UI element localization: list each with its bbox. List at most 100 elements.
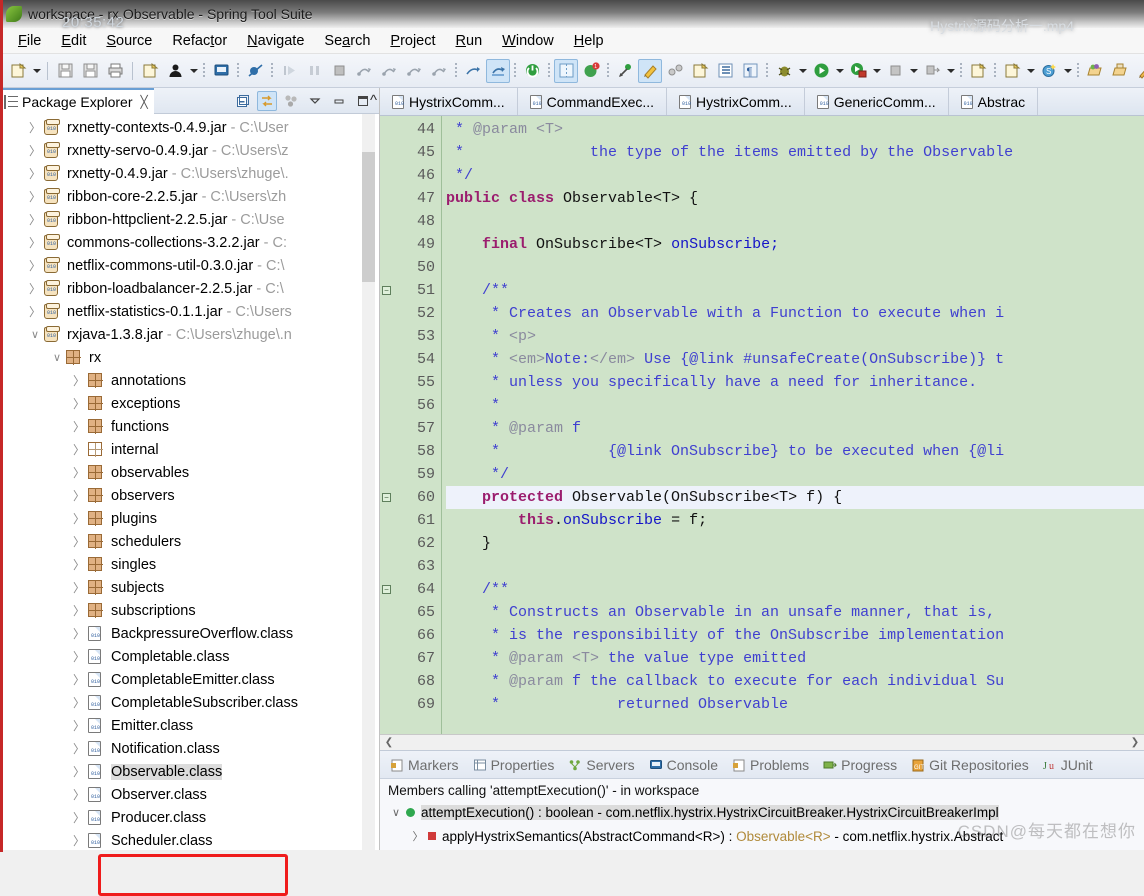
chevron-right-icon[interactable]: 〉 — [410, 828, 426, 844]
list-view-icon[interactable] — [713, 59, 737, 83]
chevron-right-icon[interactable] — [26, 119, 44, 136]
tree-item[interactable]: netflix-statistics-0.1.1.jar- C:\Users — [0, 300, 379, 323]
tree-item[interactable]: rx — [0, 346, 379, 369]
chevron-right-icon[interactable] — [70, 441, 88, 458]
dropdown-arrow-icon[interactable] — [871, 59, 882, 83]
link-with-editor-icon[interactable] — [257, 90, 277, 111]
spring-bean-icon[interactable]: S — [1037, 59, 1061, 83]
bottom-tab-progress[interactable]: Progress — [817, 752, 903, 778]
editor-source-text[interactable]: * @param <T> * the type of the items emi… — [442, 116, 1144, 734]
chevron-right-icon[interactable] — [70, 487, 88, 504]
chevron-right-icon[interactable] — [70, 602, 88, 619]
new-web-project-icon[interactable] — [1000, 59, 1024, 83]
debug-icon[interactable] — [772, 59, 796, 83]
stop-icon[interactable] — [883, 59, 907, 83]
view-filters-icon[interactable] — [281, 91, 301, 111]
explorer-vertical-scrollbar[interactable] — [362, 114, 375, 850]
terminate-icon[interactable] — [327, 59, 351, 83]
minimize-icon[interactable] — [329, 91, 349, 111]
new-jpa-icon[interactable] — [688, 59, 712, 83]
call-hierarchy-row[interactable]: 〉 applyHystrixSemantics(AbstractCommand<R… — [380, 824, 1144, 848]
user-icon[interactable] — [163, 59, 187, 83]
step-into-icon[interactable] — [377, 59, 401, 83]
chevron-right-icon[interactable] — [26, 303, 44, 320]
tree-item[interactable]: Emitter.class — [0, 714, 379, 737]
editor-tab[interactable]: HystrixComm... — [380, 88, 518, 115]
dropdown-arrow-icon[interactable] — [908, 59, 919, 83]
chevron-right-icon[interactable] — [70, 510, 88, 527]
chevron-right-icon[interactable] — [26, 165, 44, 182]
bottom-tab-git-repositories[interactable]: GIT Git Repositories — [905, 752, 1035, 778]
open-task-icon[interactable] — [1108, 59, 1132, 83]
bottom-tab-markers[interactable]: Markers — [384, 752, 465, 778]
new-wizard-icon[interactable] — [6, 59, 30, 83]
search-pen-icon[interactable] — [1133, 59, 1144, 83]
tree-item[interactable]: commons-collections-3.2.2.jar- C: — [0, 231, 379, 254]
dropdown-arrow-icon[interactable] — [797, 59, 808, 83]
tree-item[interactable]: ribbon-core-2.2.5.jar- C:\Users\zh — [0, 185, 379, 208]
fold-collapse-icon[interactable]: − — [382, 585, 391, 594]
tree-item[interactable]: Producer.class — [0, 806, 379, 829]
tree-item[interactable]: ribbon-httpclient-2.2.5.jar- C:\Use — [0, 208, 379, 231]
chevron-right-icon[interactable] — [70, 763, 88, 780]
bottom-tab-problems[interactable]: Problems — [726, 752, 815, 778]
tree-item[interactable]: singles — [0, 553, 379, 576]
menu-source[interactable]: Source — [96, 31, 162, 51]
suspend-icon[interactable] — [302, 59, 326, 83]
tree-item[interactable]: netflix-commons-util-0.3.0.jar- C:\ — [0, 254, 379, 277]
spring-power-icon[interactable] — [520, 59, 544, 83]
chevron-right-icon[interactable]: ❯ — [1128, 737, 1142, 748]
chevron-right-icon[interactable] — [26, 257, 44, 274]
chevron-right-icon[interactable] — [26, 234, 44, 251]
git-pull-icon[interactable] — [613, 59, 637, 83]
call-hierarchy-results[interactable]: ∨ attemptExecution() : boolean - com.netf… — [380, 800, 1144, 850]
tree-item[interactable]: plugins — [0, 507, 379, 530]
menu-help[interactable]: Help — [564, 31, 614, 51]
fold-collapse-icon[interactable]: − — [382, 286, 391, 295]
bottom-tab-properties[interactable]: Properties — [467, 752, 561, 778]
chevron-right-icon[interactable] — [70, 372, 88, 389]
chevron-left-icon[interactable]: ❮ — [382, 737, 396, 748]
toggle-mark-occurrences-icon[interactable] — [461, 59, 485, 83]
editor-tab[interactable]: Abstrac — [949, 88, 1039, 115]
print-icon[interactable] — [103, 59, 127, 83]
close-icon[interactable]: ╳ — [141, 95, 148, 109]
scrollbar-thumb[interactable] — [362, 152, 375, 282]
run-icon[interactable] — [809, 59, 833, 83]
tree-item[interactable]: Completable.class — [0, 645, 379, 668]
tree-item[interactable]: annotations — [0, 369, 379, 392]
resume-icon[interactable] — [277, 59, 301, 83]
chevron-right-icon[interactable] — [70, 671, 88, 688]
tree-item[interactable]: CompletableEmitter.class — [0, 668, 379, 691]
new-annotation-icon[interactable] — [966, 59, 990, 83]
step-over-icon[interactable] — [402, 59, 426, 83]
chevron-right-icon[interactable] — [70, 579, 88, 596]
menu-edit[interactable]: Edit — [51, 31, 96, 51]
new-java-class-icon[interactable] — [138, 59, 162, 83]
tree-item[interactable]: rxnetty-contexts-0.4.9.jar- C:\User — [0, 116, 379, 139]
open-type-icon[interactable] — [1083, 59, 1107, 83]
save-icon[interactable] — [53, 59, 77, 83]
dropdown-arrow-icon[interactable] — [945, 59, 956, 83]
menu-file[interactable]: File — [8, 31, 51, 51]
menu-navigate[interactable]: Navigate — [237, 31, 314, 51]
package-explorer-tree[interactable]: rxnetty-contexts-0.4.9.jar- C:\User rx net… — [0, 114, 379, 850]
paragraph-icon[interactable]: ¶ — [738, 59, 762, 83]
run-external-tools-icon[interactable] — [920, 59, 944, 83]
chevron-right-icon[interactable] — [26, 188, 44, 205]
editor-horizontal-scrollbar[interactable]: ❮ ❯ — [380, 734, 1144, 750]
tree-item[interactable]: observables — [0, 461, 379, 484]
chevron-right-icon[interactable] — [70, 832, 88, 849]
tree-item[interactable]: Observer.class — [0, 783, 379, 806]
dropdown-arrow-icon[interactable] — [31, 59, 42, 83]
tree-item[interactable]: ribbon-loadbalancer-2.2.5.jar- C:\ — [0, 277, 379, 300]
tree-item[interactable]: subjects — [0, 576, 379, 599]
tree-item[interactable]: Scheduler.class — [0, 829, 379, 850]
tree-item[interactable]: BackpressureOverflow.class — [0, 622, 379, 645]
chevron-right-icon[interactable] — [26, 142, 44, 159]
tree-item[interactable]: internal — [0, 438, 379, 461]
editor-tab[interactable]: HystrixComm... — [667, 88, 805, 115]
compare-icon[interactable] — [554, 58, 578, 83]
bottom-tab-junit[interactable]: Ju JUnit — [1037, 752, 1099, 778]
dropdown-arrow-icon[interactable] — [834, 59, 845, 83]
